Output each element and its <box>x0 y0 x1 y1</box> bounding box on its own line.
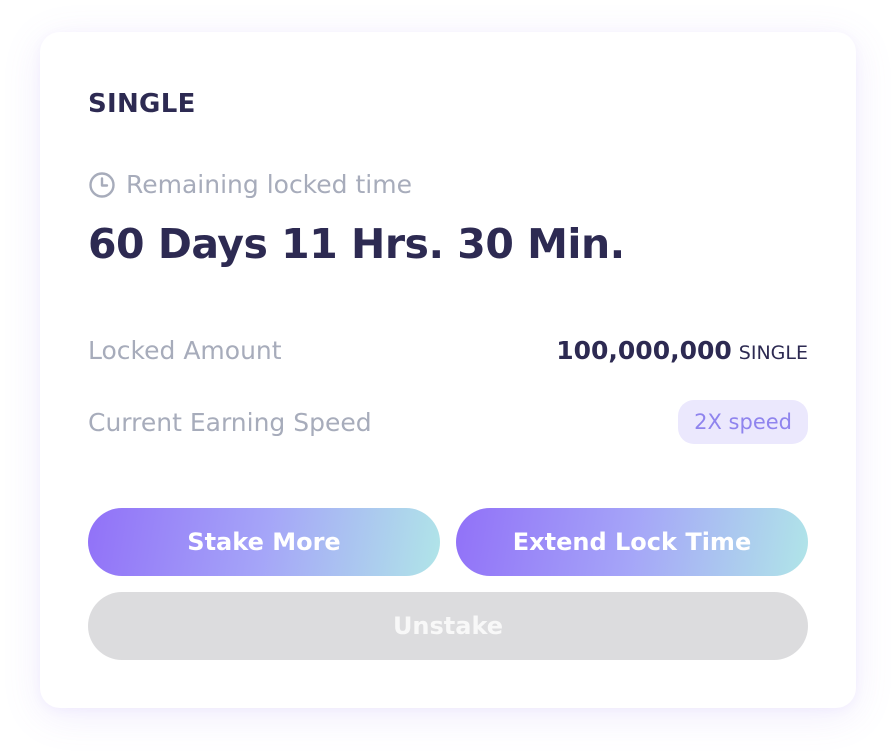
staking-card: SINGLE Remaining locked time 60 Days 11 … <box>40 32 856 708</box>
clock-icon <box>88 171 116 199</box>
token-title: SINGLE <box>88 89 196 119</box>
extend-lock-time-button[interactable]: Extend Lock Time <box>456 508 808 576</box>
unstake-button[interactable]: Unstake <box>88 592 808 660</box>
remaining-locked-time-label-row: Remaining locked time <box>88 170 412 199</box>
remaining-locked-time-value: 60 Days 11 Hrs. 30 Min. <box>88 220 625 268</box>
locked-amount-unit: SINGLE <box>738 341 808 364</box>
speed-badge: 2X speed <box>678 400 808 444</box>
locked-amount-label: Locked Amount <box>88 335 282 365</box>
locked-amount-row: Locked Amount 100,000,000 SINGLE <box>88 330 808 370</box>
stake-more-button[interactable]: Stake More <box>88 508 440 576</box>
remaining-locked-time-label: Remaining locked time <box>126 170 412 199</box>
earning-speed-row: Current Earning Speed 2X speed <box>88 400 808 444</box>
locked-amount: 100,000,000 SINGLE <box>556 336 808 365</box>
locked-amount-value: 100,000,000 <box>556 335 732 365</box>
earning-speed-label: Current Earning Speed <box>88 407 372 437</box>
